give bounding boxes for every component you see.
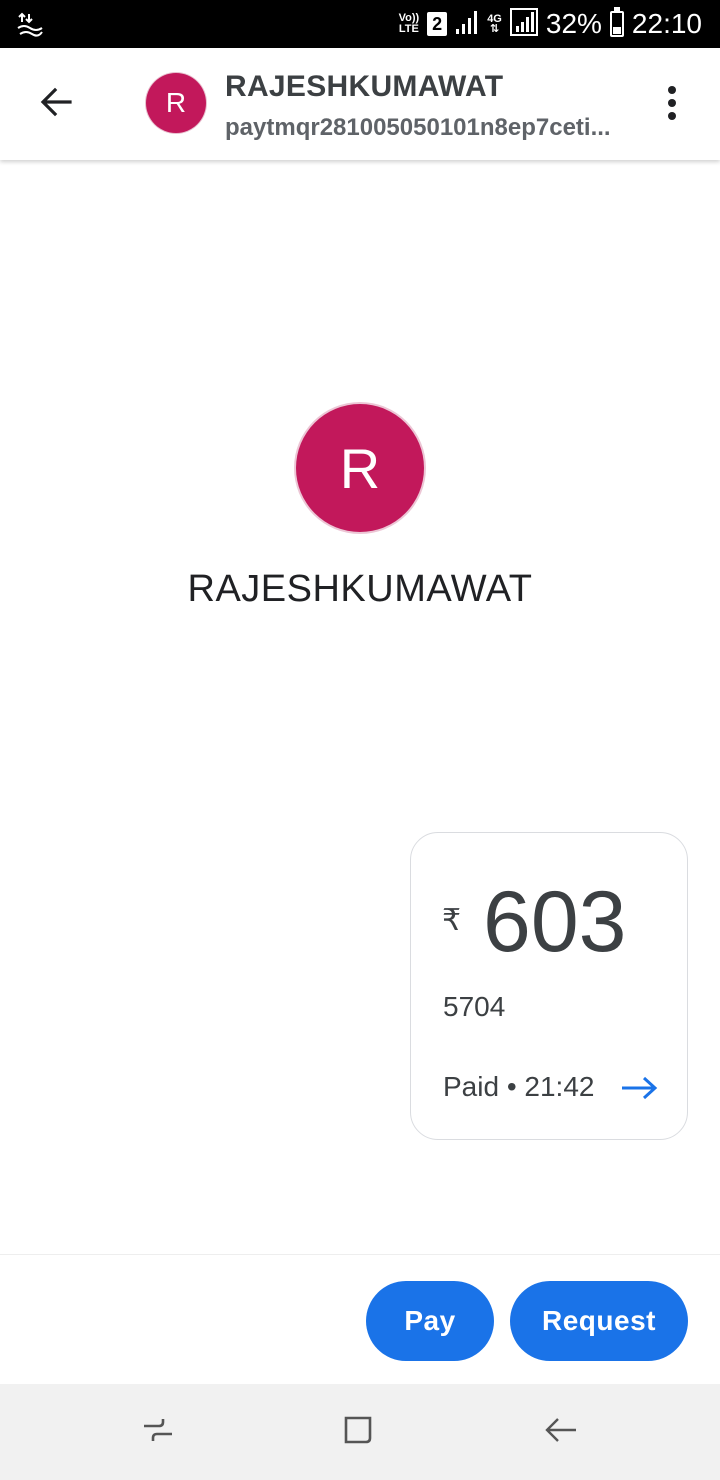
nav-back-button[interactable] [536, 1408, 584, 1456]
header-upi-id: paytmqr281005050101n8ep7ceti... [225, 114, 611, 141]
header-title: RAJESHKUMAWAT [225, 70, 504, 103]
network-type: 4G ⇅ [487, 14, 502, 35]
payment-details-button[interactable] [619, 1073, 659, 1107]
currency-symbol: ₹ [442, 904, 462, 937]
request-button[interactable]: Request [510, 1281, 688, 1361]
nav-back-icon [542, 1414, 578, 1451]
volte-indicator: Vo)) LTE [399, 13, 420, 35]
status-bar: Vo)) LTE 2 4G ⇅ 32% 22:10 [0, 0, 720, 48]
more-vert-icon [666, 85, 678, 126]
clock: 22:10 [631, 8, 702, 39]
battery-icon [609, 7, 624, 37]
arrow-back-icon [38, 84, 74, 125]
data-arrows-icon: ⇅ [489, 23, 500, 35]
arrow-forward-icon [620, 1075, 658, 1106]
home-button[interactable] [334, 1408, 382, 1456]
sim-slot-badge: 2 [427, 12, 448, 36]
lte-label: LTE [398, 23, 419, 35]
payment-note: 5704 [443, 991, 506, 1022]
signal-box-icon [509, 7, 538, 41]
header-avatar[interactable]: R [146, 73, 206, 133]
payment-amount: 603 [483, 874, 627, 970]
system-nav-bar [0, 1384, 720, 1480]
contact-name: RAJESHKUMAWAT [187, 568, 533, 610]
payment-card[interactable]: ₹ 603 5704 Paid • 21:42 [410, 832, 688, 1140]
battery-percent: 32% [545, 8, 602, 39]
data-transfer-icon [16, 10, 44, 38]
more-options-button[interactable] [650, 78, 694, 132]
contact-avatar: R [296, 404, 424, 532]
pay-button[interactable]: Pay [366, 1281, 494, 1361]
payment-status: Paid • 21:42 [443, 1071, 595, 1102]
recent-apps-icon [141, 1414, 175, 1451]
app-bar: R RAJESHKUMAWAT paytmqr281005050101n8ep7… [0, 48, 720, 160]
battery-fill [612, 26, 621, 34]
back-button[interactable] [30, 76, 82, 132]
signal-icon [455, 9, 479, 40]
action-bar: Pay Request [0, 1254, 720, 1384]
recent-apps-button[interactable] [134, 1408, 182, 1456]
home-icon [340, 1412, 376, 1453]
